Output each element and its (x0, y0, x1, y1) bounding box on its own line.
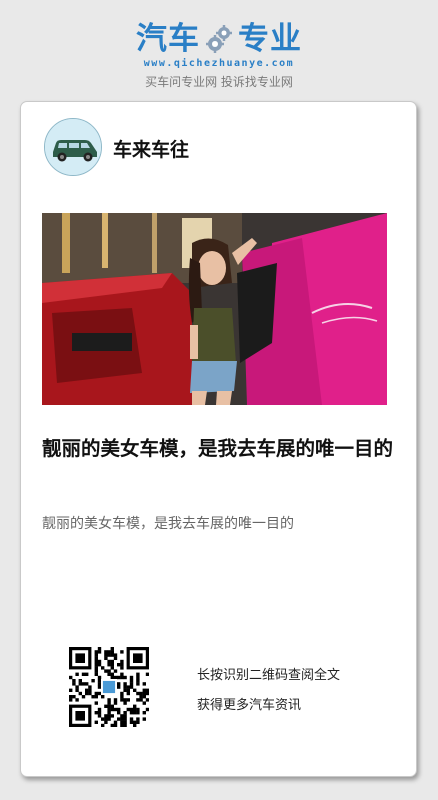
author-name[interactable]: 车来车往 (113, 135, 189, 162)
cover-photo (42, 213, 387, 405)
gear-logo-icon (206, 25, 232, 53)
author-avatar[interactable] (44, 118, 102, 176)
site-logo[interactable]: 汽车 专业 (0, 20, 438, 58)
article-share-card: 车来车往 靓丽的美女车模，是我去车展的唯一目的 靓丽的美女车模，是我去车展的唯一… (20, 101, 417, 777)
article-cover-image[interactable] (42, 213, 387, 405)
site-header: 汽车 专业 www.qichezhuanye.com 买车问专业网 投诉找专业网 (0, 0, 438, 100)
article-summary: 靓丽的美女车模，是我去车展的唯一目的 (42, 516, 294, 532)
logo-text-right: 专业 (238, 21, 302, 57)
site-slogan: 买车问专业网 投诉找专业网 (145, 75, 293, 89)
site-domain: www.qichezhuanye.com (143, 58, 295, 69)
qr-subtext: 获得更多汽车资讯 (197, 698, 302, 713)
car-icon (45, 119, 101, 175)
qr-code-icon[interactable] (69, 647, 150, 728)
article-title[interactable]: 靓丽的美女车模，是我去车展的唯一目的 (42, 435, 398, 463)
qr-instruction: 长按识别二维码查阅全文 (197, 668, 341, 683)
logo-text-left: 汽车 (136, 21, 200, 57)
